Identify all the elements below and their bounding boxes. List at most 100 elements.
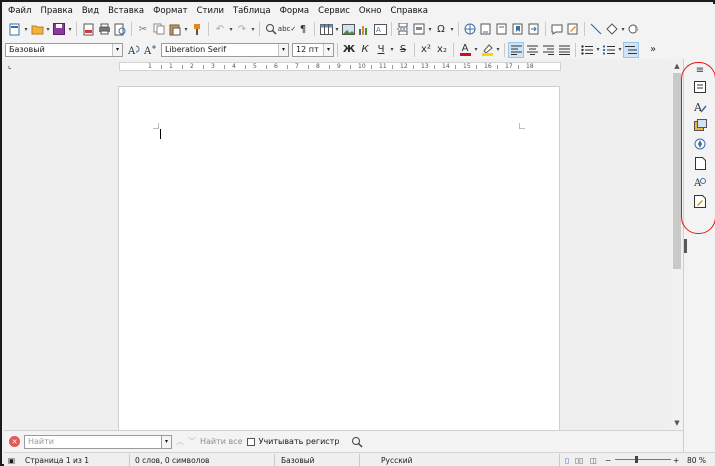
single-page-view-icon[interactable]: ▯ bbox=[565, 454, 569, 466]
bookmark-icon[interactable] bbox=[510, 21, 526, 37]
underline-button[interactable]: Ч bbox=[373, 42, 389, 58]
multi-page-view-icon[interactable]: ▯▯ bbox=[575, 454, 583, 466]
clone-formatting-icon[interactable] bbox=[189, 21, 205, 37]
page-icon[interactable] bbox=[693, 156, 707, 170]
chevron-down-icon[interactable]: ▾ bbox=[323, 43, 333, 56]
export-pdf-icon[interactable] bbox=[80, 21, 96, 37]
copy-icon[interactable] bbox=[151, 21, 167, 37]
save-dropdown-arrow[interactable]: ▾ bbox=[67, 21, 73, 37]
zoom-slider-knob[interactable] bbox=[635, 456, 638, 463]
match-case-checkbox[interactable] bbox=[246, 437, 255, 446]
scrollbar-thumb[interactable] bbox=[673, 73, 681, 269]
align-left-icon[interactable] bbox=[508, 41, 524, 58]
scroll-down-icon[interactable]: ▼ bbox=[671, 418, 683, 428]
cross-reference-icon[interactable] bbox=[526, 21, 542, 37]
insert-field-icon[interactable] bbox=[411, 21, 427, 37]
menu-format[interactable]: Формат bbox=[153, 6, 188, 16]
redo-dropdown-arrow[interactable]: ▾ bbox=[250, 21, 256, 37]
find-all-button[interactable]: Найти все bbox=[200, 437, 243, 446]
undo-icon[interactable]: ↶ bbox=[212, 21, 228, 37]
page-style[interactable]: Базовый bbox=[281, 454, 315, 466]
menu-view[interactable]: Вид bbox=[82, 6, 99, 16]
endnote-icon[interactable] bbox=[494, 21, 510, 37]
chevron-down-icon[interactable]: ▾ bbox=[162, 434, 172, 449]
zoom-in-icon[interactable]: + bbox=[673, 454, 679, 466]
insert-image-icon[interactable] bbox=[340, 21, 356, 37]
cut-icon[interactable]: ✂ bbox=[135, 21, 151, 37]
horizontal-ruler[interactable]: ⌞ 1 1 2 3 4 5 6 7 8 9 10 11 12 13 14 15 16 17 18 bbox=[4, 59, 671, 74]
document-page[interactable] bbox=[118, 86, 560, 430]
print-icon[interactable] bbox=[96, 21, 112, 37]
styles-icon[interactable]: A bbox=[693, 99, 707, 113]
properties-icon[interactable] bbox=[693, 80, 707, 94]
book-view-icon[interactable]: ◫ bbox=[590, 454, 597, 466]
menu-tools[interactable]: Сервис bbox=[318, 6, 350, 16]
language[interactable]: Русский bbox=[381, 454, 413, 466]
redo-icon[interactable]: ↷ bbox=[234, 21, 250, 37]
menu-form[interactable]: Форма bbox=[280, 6, 310, 16]
bold-button[interactable]: Ж bbox=[341, 42, 357, 58]
line-icon[interactable] bbox=[588, 21, 604, 37]
numbered-list-icon[interactable] bbox=[601, 42, 617, 58]
chevron-down-icon[interactable]: ▾ bbox=[278, 43, 288, 56]
zoom-level[interactable]: 80 % bbox=[687, 454, 706, 466]
menu-window[interactable]: Окно bbox=[359, 6, 382, 16]
zoom-out-icon[interactable]: − bbox=[605, 454, 611, 466]
page-count[interactable]: Страница 1 из 1 bbox=[25, 454, 89, 466]
font-name-select[interactable]: Liberation Serif ▾ bbox=[161, 42, 289, 57]
strikethrough-button[interactable]: S bbox=[395, 42, 411, 58]
find-replace-icon[interactable] bbox=[263, 21, 279, 37]
toolbar-overflow-button[interactable]: » bbox=[645, 42, 661, 58]
save-icon[interactable] bbox=[51, 21, 67, 37]
outline-list-icon[interactable] bbox=[623, 41, 639, 58]
manage-changes-icon[interactable] bbox=[693, 194, 707, 208]
insert-table-icon[interactable] bbox=[318, 21, 334, 37]
menu-table[interactable]: Таблица bbox=[233, 6, 271, 16]
find-next-icon[interactable]: ﹀ bbox=[188, 436, 196, 447]
page-break-icon[interactable] bbox=[395, 21, 411, 37]
font-color-button[interactable]: A bbox=[457, 42, 473, 58]
subscript-button[interactable]: x₂ bbox=[434, 42, 450, 58]
new-document-icon[interactable] bbox=[7, 21, 23, 37]
insert-chart-icon[interactable] bbox=[356, 21, 372, 37]
word-count[interactable]: 0 слов, 0 символов bbox=[135, 454, 209, 466]
paste-icon[interactable] bbox=[167, 21, 183, 37]
new-style-icon[interactable]: A bbox=[142, 42, 158, 58]
draw-functions-icon[interactable] bbox=[626, 21, 642, 37]
vertical-scrollbar[interactable]: ▲ ▼ bbox=[671, 59, 683, 430]
formatting-marks-icon[interactable]: ¶ bbox=[295, 21, 311, 37]
chevron-down-icon[interactable]: ▾ bbox=[112, 43, 122, 56]
menu-help[interactable]: Справка bbox=[391, 6, 428, 16]
insert-textbox-icon[interactable]: A bbox=[372, 21, 388, 37]
justify-icon[interactable] bbox=[556, 42, 572, 58]
tab-stop-selector[interactable]: ⌞ bbox=[8, 61, 12, 70]
open-folder-icon[interactable] bbox=[29, 21, 45, 37]
menu-insert[interactable]: Вставка bbox=[108, 6, 144, 16]
find-replace-icon[interactable] bbox=[349, 434, 365, 450]
menu-edit[interactable]: Правка bbox=[40, 6, 72, 16]
highlight-dropdown-arrow[interactable]: ▾ bbox=[495, 42, 501, 58]
track-changes-icon[interactable] bbox=[565, 21, 581, 37]
special-char-dropdown-arrow[interactable]: ▾ bbox=[449, 21, 455, 37]
find-previous-icon[interactable]: ︿ bbox=[176, 436, 184, 447]
gallery-icon[interactable] bbox=[693, 118, 707, 132]
sidebar-collapse-handle[interactable] bbox=[684, 239, 687, 253]
bullet-list-icon[interactable] bbox=[579, 42, 595, 58]
superscript-button[interactable]: x² bbox=[418, 42, 434, 58]
find-input[interactable]: Найти bbox=[24, 434, 162, 449]
close-icon[interactable]: ✕ bbox=[9, 436, 20, 447]
font-size-select[interactable]: 12 пт ▾ bbox=[292, 42, 334, 57]
update-style-icon[interactable]: A bbox=[126, 42, 142, 58]
highlight-color-icon[interactable] bbox=[479, 42, 495, 58]
navigator-icon[interactable] bbox=[693, 137, 707, 151]
align-center-icon[interactable] bbox=[524, 42, 540, 58]
scroll-up-icon[interactable]: ▲ bbox=[671, 61, 683, 71]
paragraph-style-select[interactable]: Базовый ▾ bbox=[5, 42, 123, 57]
style-inspector-icon[interactable]: A bbox=[693, 175, 707, 189]
print-preview-icon[interactable] bbox=[112, 21, 128, 37]
sidebar-menu-icon[interactable]: ≡ bbox=[693, 63, 707, 77]
footnote-icon[interactable] bbox=[478, 21, 494, 37]
italic-button[interactable]: К bbox=[357, 42, 373, 58]
comment-icon[interactable] bbox=[549, 21, 565, 37]
spelling-icon[interactable]: abc✓ bbox=[278, 21, 296, 37]
